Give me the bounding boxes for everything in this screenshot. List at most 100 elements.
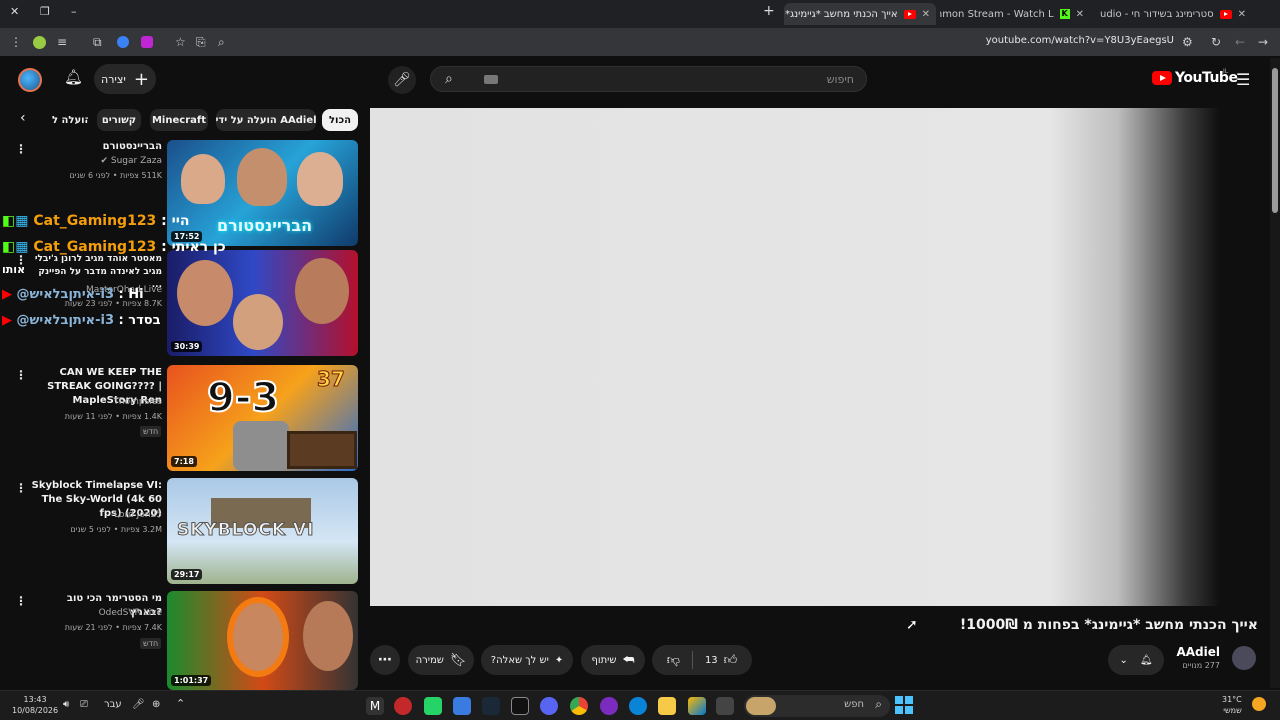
extension-download-icon[interactable] [141,36,153,48]
extension-blue-icon[interactable] [117,36,129,48]
close-tab-icon[interactable]: ✕ [1238,9,1246,20]
video-channel[interactable]: Lord Jon25 [114,510,162,520]
bookmark-star-icon[interactable]: ☆ [175,34,186,50]
forward-icon[interactable]: ← [1235,34,1245,50]
clock-date: 10/08/2026 [12,706,59,715]
like-icon[interactable]: 👍︎ [724,653,738,668]
menu-dots-icon[interactable]: ⋮ [10,34,22,50]
discord-icon[interactable] [540,697,558,715]
minimize-window-icon[interactable]: – [71,5,77,18]
hamburger-menu-icon[interactable]: ☰ [1236,70,1250,89]
chip-uploaded-for[interactable]: הועלה ל [52,109,88,131]
tray-overflow-chevron-icon[interactable]: ⌃ [176,697,185,710]
url-field[interactable]: youtube.com/watch?v=Y8U3yEaegsU [986,35,1174,46]
extensions-icon[interactable]: ⧉ [93,34,102,50]
close-tab-icon[interactable]: ✕ [1076,9,1084,20]
video-thumbnail[interactable]: 9-3 37 7:18 [167,365,358,471]
page-scrollbar[interactable] [1270,58,1280,688]
file-explorer-icon[interactable] [658,697,676,715]
whatsapp-icon[interactable] [424,697,442,715]
tab-title: סטרימינג בשידור חי - be Studio [1100,8,1214,20]
clock[interactable]: 13:43 10/08/2026 [12,694,58,716]
video-channel[interactable]: Thompsies [113,397,162,407]
tray-icon[interactable]: ⊕ [152,699,160,710]
subscribe-notification-button[interactable]: ⌄ 🔔︎ [1108,645,1164,675]
video-thumbnail[interactable]: SKYBLOCK VI 29:17 [167,478,358,584]
close-window-icon[interactable]: ✕ [10,5,19,18]
volume-icon[interactable]: 🔊︎ [63,699,69,710]
chip-uploaded-by[interactable]: AAdiel הועלה על ידי [215,109,317,131]
tab-active-video[interactable]: ✕ אייך הכנתי מחשב *גיימינג* [784,3,936,25]
chat-message: ◧▦ Cat_Gaming123 : כן ראיתי [2,239,226,255]
copilot-icon[interactable] [688,697,706,715]
app-purple-icon[interactable] [600,697,618,715]
ask-question-button[interactable]: ✦ יש לך שאלה? [481,645,573,675]
app-store-icon[interactable] [716,697,734,715]
zoom-icon[interactable]: ⌕ [218,34,225,50]
mouse-cursor-icon: ➚ [906,617,918,633]
edge-icon[interactable] [629,697,647,715]
chip-all[interactable]: הכול [322,109,358,131]
browser-tab-bar: ✕ ❐ – + ✕ אייך הכנתי מחשב *גיימינג* ✕ K … [0,0,1280,28]
chat-message: ▶ @איתןבלאיש-i3 : בסדר [2,313,161,328]
save-label: שמירה [415,654,444,666]
more-options-icon[interactable]: ⋮ [15,594,27,608]
search-placeholder: חיפוש [826,73,854,86]
search-icon[interactable]: ⌕ [445,71,453,87]
windows-start-icon[interactable] [895,696,913,714]
language-indicator[interactable]: עבר [104,699,122,710]
more-options-icon[interactable]: ⋮ [15,142,27,156]
tab-kick-stream[interactable]: ✕ K sagimonmon Stream - Watch L [940,3,1090,25]
scrollbar-thumb[interactable] [1272,68,1278,213]
video-channel[interactable]: Sugar Zaza ✔︎ [100,156,162,166]
video-player[interactable] [370,108,1220,606]
dislike-icon[interactable]: 👎︎ [667,653,680,668]
save-button[interactable]: 🔖︎ שמירה [408,645,474,675]
keyboard-icon[interactable] [484,75,498,84]
mic-tray-icon[interactable]: 🎤︎ [132,699,145,710]
youtube-logo[interactable]: YouTube IL [1152,68,1238,86]
app-m-icon[interactable]: M [366,697,384,715]
chip-related[interactable]: קשורים [97,109,141,131]
video-thumbnail[interactable]: 30:39 [167,250,358,356]
reload-icon[interactable]: ↻ [1211,34,1221,50]
chrome-icon[interactable] [570,697,588,715]
new-tab-icon[interactable]: + [763,3,775,19]
network-icon[interactable]: ⎚ [80,699,88,710]
search-input[interactable]: ⌕ חיפוש [430,66,867,92]
more-actions-button[interactable]: ⋯ [370,645,400,675]
weather-widget[interactable]: 31°C שמשי [1222,694,1242,716]
video-thumbnail[interactable]: הבריינסטורם 17:52 [167,140,358,246]
channel-avatar[interactable] [1232,646,1256,670]
back-icon[interactable]: → [1258,34,1268,50]
channel-name[interactable]: AAdiel [1176,645,1220,659]
video-title[interactable]: הבריינסטורם [32,140,162,154]
chips-prev-chevron-icon[interactable]: ‹ [20,110,26,126]
install-app-icon[interactable]: ⎘ [196,34,206,50]
video-channel[interactable]: OdedSVR Live [99,608,162,618]
reading-list-icon[interactable]: ≡ [57,34,67,50]
profile-icon[interactable] [33,36,46,49]
tune-icon[interactable]: ⚙ [1182,34,1193,50]
voice-search-mic-icon[interactable]: 🎤︎ [388,66,416,94]
avatar[interactable] [18,68,42,92]
close-tab-icon[interactable]: ✕ [922,9,930,20]
obs-icon[interactable] [511,697,529,715]
create-button[interactable]: + יצירה [94,64,156,94]
notifications-bell-icon[interactable]: 🔔︎ [64,68,83,86]
tab-studio[interactable]: ✕ סטרימינג בשידור חי - be Studio [1100,3,1252,25]
bookmark-icon: 🔖︎ [449,652,467,668]
chip-minecraft[interactable]: Minecraft [150,109,208,131]
video-thumbnail[interactable]: 1:01:37 [167,591,358,690]
taskbar-search-input[interactable]: חפש ⌕ [744,695,890,717]
restore-window-icon[interactable]: ❐ [40,5,50,18]
app-red-icon[interactable] [394,697,412,715]
thumb-title-text: הבריינסטורם [217,216,313,235]
chip-label: הועלה ל [52,114,88,126]
app-blue-icon[interactable] [453,697,471,715]
share-button[interactable]: ⮪ שיתוף [581,645,645,675]
tab-title: אייך הכנתי מחשב *גיימינג* [784,8,898,20]
steam-icon[interactable] [482,697,500,715]
badge-icon: ▦ [15,213,29,229]
clock-time: 13:43 [23,695,47,704]
